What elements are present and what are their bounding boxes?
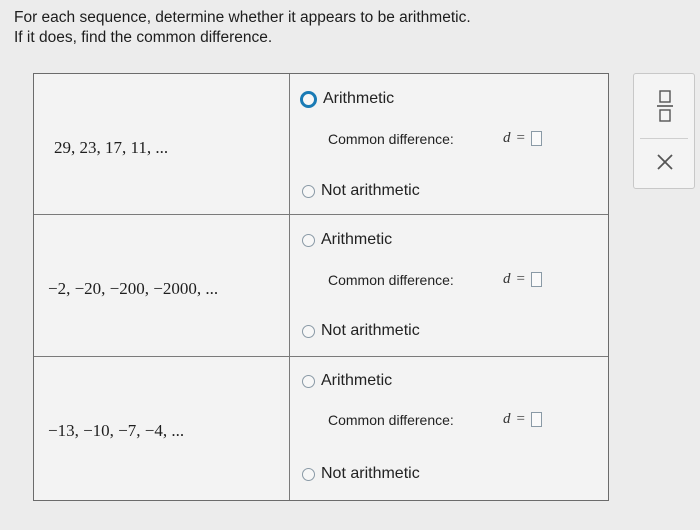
sequence-text: −13, −10, −7, −4, ... <box>48 420 185 440</box>
radio-button[interactable] <box>302 184 315 198</box>
radio-not-arithmetic[interactable]: Not arithmetic <box>302 465 420 483</box>
fraction-icon[interactable] <box>656 90 674 122</box>
radio-label: Not arithmetic <box>321 322 420 339</box>
common-difference-label: Common difference: <box>328 131 454 147</box>
options-cell: Arithmetic Common difference: d = Not ar… <box>290 74 608 214</box>
equals-sign: = <box>516 411 525 427</box>
sequence-cell: −2, −20, −200, −2000, ... <box>34 215 290 356</box>
radio-label: Not arithmetic <box>321 182 420 199</box>
close-icon[interactable] <box>655 152 675 172</box>
panel-divider <box>640 138 688 139</box>
table-row: −2, −20, −200, −2000, ... Arithmetic Com… <box>34 215 608 357</box>
common-difference-input[interactable] <box>530 412 542 427</box>
radio-button[interactable] <box>302 467 315 481</box>
common-difference-input[interactable] <box>530 131 542 146</box>
radio-button[interactable] <box>300 90 317 108</box>
equals-sign: = <box>516 130 525 146</box>
d-variable: d <box>503 271 511 287</box>
sequence-table: 29, 23, 17, 11, ... Arithmetic Common di… <box>33 73 609 501</box>
equals-sign: = <box>516 271 525 287</box>
radio-label: Arithmetic <box>321 372 393 389</box>
answer-tools-panel <box>633 73 695 189</box>
radio-label: Arithmetic <box>321 231 393 248</box>
table-row: 29, 23, 17, 11, ... Arithmetic Common di… <box>34 74 608 215</box>
radio-button[interactable] <box>302 324 315 338</box>
radio-arithmetic[interactable]: Arithmetic <box>302 372 392 390</box>
d-variable: d <box>503 130 511 146</box>
d-variable: d <box>503 411 511 427</box>
radio-button[interactable] <box>302 233 315 247</box>
d-equals: d = <box>503 411 542 428</box>
radio-not-arithmetic[interactable]: Not arithmetic <box>302 182 420 200</box>
d-equals: d = <box>503 271 542 288</box>
radio-arithmetic[interactable]: Arithmetic <box>302 231 392 249</box>
instructions: For each sequence, determine whether it … <box>14 8 471 48</box>
radio-not-arithmetic[interactable]: Not arithmetic <box>302 322 420 340</box>
table-row: −13, −10, −7, −4, ... Arithmetic Common … <box>34 357 608 500</box>
common-difference-label: Common difference: <box>328 412 454 428</box>
sequence-text: 29, 23, 17, 11, ... <box>54 138 169 157</box>
instructions-line-1: For each sequence, determine whether it … <box>14 9 471 26</box>
instructions-line-2: If it does, find the common difference. <box>14 29 273 46</box>
common-difference-label: Common difference: <box>328 272 454 288</box>
options-cell: Arithmetic Common difference: d = Not ar… <box>290 215 608 356</box>
options-cell: Arithmetic Common difference: d = Not ar… <box>290 357 608 500</box>
radio-label: Not arithmetic <box>321 465 420 482</box>
radio-arithmetic[interactable]: Arithmetic <box>300 90 395 108</box>
sequence-text: −2, −20, −200, −2000, ... <box>48 278 219 298</box>
sequence-cell: 29, 23, 17, 11, ... <box>34 74 290 214</box>
radio-label: Arithmetic <box>323 90 395 107</box>
d-equals: d = <box>503 130 542 147</box>
sequence-cell: −13, −10, −7, −4, ... <box>34 357 290 500</box>
common-difference-input[interactable] <box>530 272 542 287</box>
radio-button[interactable] <box>302 374 315 388</box>
